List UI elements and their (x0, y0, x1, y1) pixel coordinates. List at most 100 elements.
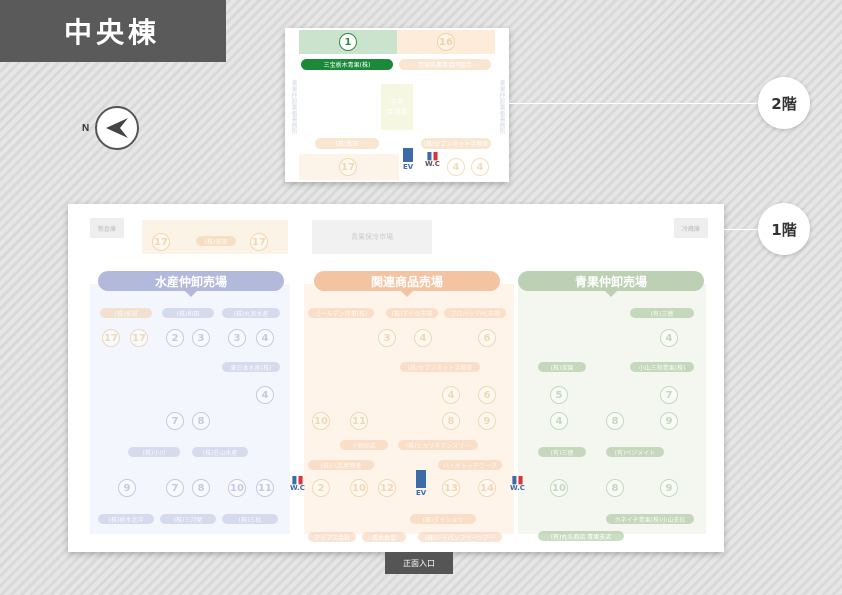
seafood-num[interactable]: 8 (192, 479, 210, 497)
related-shop-10[interactable]: アップス会社 (308, 532, 356, 542)
seafood-shop-4[interactable]: 東日本水産(株) (222, 362, 280, 372)
seafood-shop-1[interactable]: (株)宮田 (100, 308, 152, 318)
related-shop-6[interactable]: (株)ヒカリネマンスリー (398, 440, 478, 450)
floor2-num-16[interactable]: 16 (437, 33, 455, 51)
related-shop-5[interactable]: 小野商店 (340, 440, 388, 450)
produce-shop-2[interactable]: (株)宮園 (538, 362, 586, 372)
floor2-num-1[interactable]: 1 (339, 33, 357, 51)
produce-num[interactable]: 8 (606, 412, 624, 430)
produce-section-header[interactable]: 青果仲卸売場 (518, 271, 704, 297)
floor2-center-room: 中央 会議室 (381, 84, 413, 130)
floor2-num-17[interactable]: 17 (339, 158, 357, 176)
seafood-shop-5[interactable]: (株)小川 (128, 447, 180, 457)
seafood-num[interactable]: 7 (166, 479, 184, 497)
produce-shop-7[interactable]: (有)丸久商店 青果支店 (538, 531, 624, 541)
seafood-shop-6[interactable]: (株)荘山水産 (192, 447, 248, 457)
seafood-num[interactable]: 4 (256, 386, 274, 404)
produce-shop-5[interactable]: (有)ベジメイト (606, 447, 664, 457)
related-num[interactable]: 12 (378, 479, 396, 497)
floor2-bottom-shop[interactable]: (株)宮田 (315, 138, 379, 149)
floor2-shop-green[interactable]: 三宝栃木青果(株) (301, 59, 393, 70)
floor1-top-num-17b[interactable]: 17 (250, 233, 268, 251)
floor2-leader-line (509, 103, 759, 104)
floor1-ev-label: EV (416, 489, 427, 497)
related-shop-2[interactable]: (株)すがの市場 (386, 308, 438, 318)
produce-num[interactable]: 4 (550, 412, 568, 430)
floor2-label[interactable]: 2階 (758, 77, 810, 129)
floor1-produce-cold-storage: 青果保冷市場 (312, 220, 432, 254)
seafood-shop-8[interactable]: (株)三河屋 (160, 514, 216, 524)
seafood-num[interactable]: 8 (192, 412, 210, 430)
produce-num[interactable]: 7 (660, 386, 678, 404)
related-num[interactable]: 2 (312, 479, 330, 497)
floor2-ev-label: EV (403, 163, 414, 171)
seafood-num[interactable]: 9 (118, 479, 136, 497)
related-shop-3[interactable]: プロパックPC市場 (444, 308, 506, 318)
floor1-top-num-17a[interactable]: 17 (152, 233, 170, 251)
seafood-num[interactable]: 17 (102, 329, 120, 347)
seafood-section-header[interactable]: 水産仲卸売場 (98, 271, 284, 297)
produce-shop-1[interactable]: (有)三徳 (630, 308, 694, 318)
floor1-top-shop[interactable]: (株)宮田 (196, 236, 236, 246)
floor2-map[interactable]: 1 16 三宝栃木青果(株) 茨城県農業協同組合 中央 会議室 青果仲卸業者事務… (285, 28, 509, 182)
seafood-num[interactable]: 7 (166, 412, 184, 430)
related-zone (304, 284, 514, 534)
seafood-shop-9[interactable]: (株)三松 (222, 514, 278, 524)
related-shop-1[interactable]: ゴールデン商事(株) (308, 308, 374, 318)
floor2-bottom-right-shop[interactable]: (株)セブンネット宇都宮 (421, 138, 491, 149)
related-num[interactable]: 6 (478, 386, 496, 404)
produce-shop-4[interactable]: (有)三徳 (538, 447, 586, 457)
restroom-icon-left: ▮▮ W.C (290, 473, 305, 492)
related-shop-8[interactable]: ハイキャッチワーク (438, 460, 502, 470)
related-num[interactable]: 9 (478, 412, 496, 430)
related-num[interactable]: 6 (478, 329, 496, 347)
seafood-num[interactable]: 10 (228, 479, 246, 497)
seafood-shop-2[interactable]: (株)和田 (162, 308, 214, 318)
produce-shop-6[interactable]: カネイチ青果(株)小山支社 (606, 514, 694, 524)
seafood-num[interactable]: 11 (256, 479, 274, 497)
related-num[interactable]: 10 (350, 479, 368, 497)
related-section-header[interactable]: 関連商品売場 (314, 271, 500, 297)
related-shop-4[interactable]: (株)セブンネット宇都宮 (400, 362, 480, 372)
related-num[interactable]: 3 (378, 329, 396, 347)
seafood-num[interactable]: 4 (256, 329, 274, 347)
floor2-num-4b[interactable]: 4 (471, 158, 489, 176)
produce-num[interactable]: 5 (550, 386, 568, 404)
related-num[interactable]: 11 (350, 412, 368, 430)
related-shop-7[interactable]: (株)八百屋物産 (308, 460, 374, 470)
related-num[interactable]: 8 (442, 412, 460, 430)
floor2-num-4a[interactable]: 4 (447, 158, 465, 176)
seafood-num[interactable]: 2 (166, 329, 184, 347)
compass: N (82, 106, 140, 150)
north-label: N (82, 122, 90, 134)
floor2-shop-orange[interactable]: 茨城県農業協同組合 (399, 59, 491, 70)
produce-shop-3[interactable]: 小山三和青果(株) (630, 362, 694, 372)
seafood-num[interactable]: 3 (192, 329, 210, 347)
related-num[interactable]: 4 (442, 386, 460, 404)
floor2-right-side-label: 青果仲卸業者事務所 (498, 80, 505, 134)
related-num[interactable]: 13 (442, 479, 460, 497)
seafood-num[interactable]: 3 (228, 329, 246, 347)
seafood-shop-3[interactable]: (株)丸宮水産 (222, 308, 280, 318)
related-num[interactable]: 14 (478, 479, 496, 497)
related-num[interactable]: 10 (312, 412, 330, 430)
produce-num[interactable]: 9 (660, 479, 678, 497)
seafood-zone (90, 284, 290, 534)
produce-num[interactable]: 8 (606, 479, 624, 497)
seafood-shop-7[interactable]: (株)栃木北洋 (98, 514, 154, 524)
related-shop-12[interactable]: (株)ジャパンフリーツアー (418, 532, 502, 542)
restroom-icon-right: ▮▮ W.C (510, 473, 525, 492)
produce-num[interactable]: 4 (660, 329, 678, 347)
produce-num[interactable]: 10 (550, 479, 568, 497)
floor1-map[interactable]: 新倉庫 17 (株)宮田 17 青果保冷市場 冷蔵庫 水産仲卸売場 関連商品売場… (68, 204, 724, 552)
building-title: 中央棟 (0, 0, 226, 62)
seafood-num[interactable]: 17 (130, 329, 148, 347)
produce-num[interactable]: 9 (660, 412, 678, 430)
related-shop-9[interactable]: (株)ダイショウ (410, 514, 476, 524)
floor1-label[interactable]: 1階 (758, 203, 810, 255)
floor1-wc-label-left: W.C (290, 484, 305, 492)
related-num[interactable]: 4 (414, 329, 432, 347)
restroom-icon: ▮▮ W.C (425, 149, 440, 168)
related-shop-11[interactable]: 青木食品 (362, 532, 406, 542)
main-entrance-label: 正面入口 (385, 552, 453, 574)
